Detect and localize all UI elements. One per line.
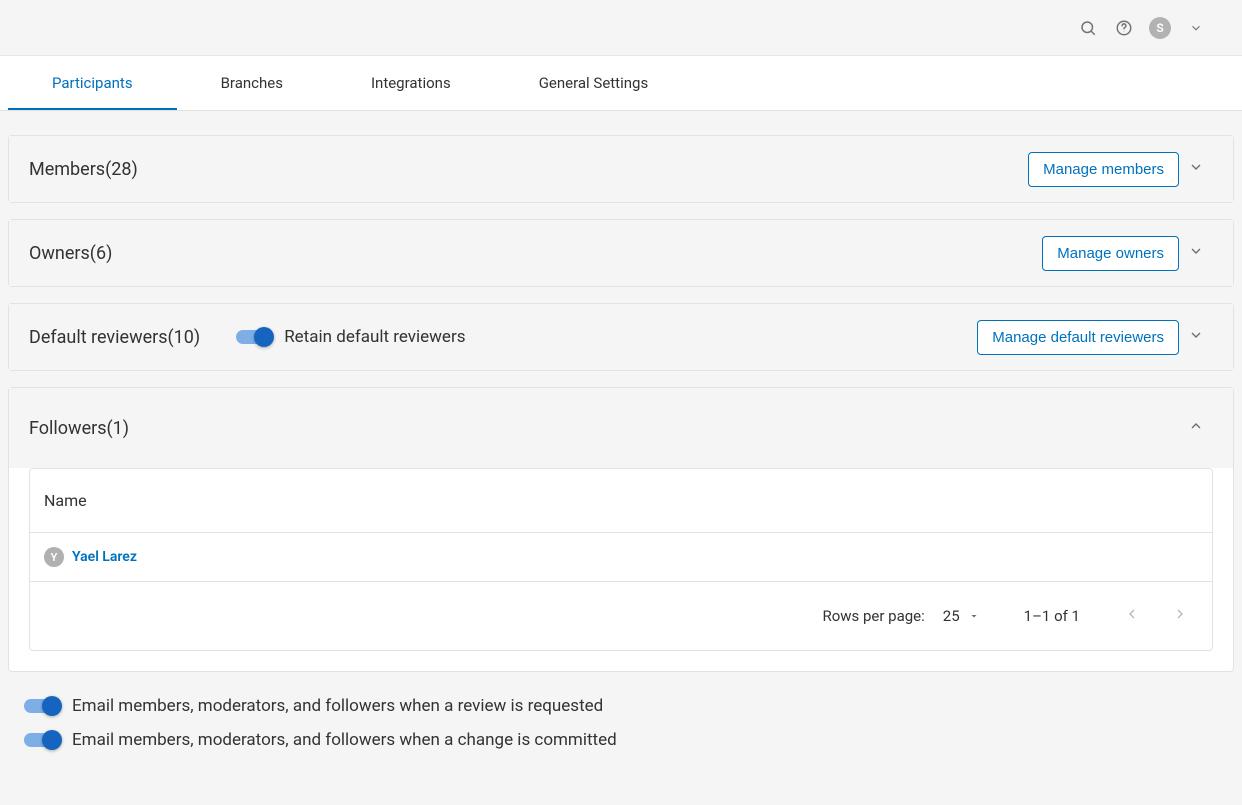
- panel-followers: Followers(1) Name Y Yael Larez Rows per …: [8, 387, 1234, 672]
- notify-review-requested: Email members, moderators, and followers…: [24, 696, 1234, 716]
- pagination-range: 1–1 of 1: [1024, 607, 1080, 625]
- user-menu-chevron-icon[interactable]: [1178, 10, 1214, 46]
- tab-label: Participants: [52, 74, 133, 92]
- help-icon[interactable]: [1106, 10, 1142, 46]
- manage-reviewers-button[interactable]: Manage default reviewers: [977, 320, 1179, 355]
- panel-owners: Owners(6) Manage owners: [8, 219, 1234, 287]
- panel-header-members: Members(28) Manage members: [9, 136, 1233, 202]
- tab-label: General Settings: [539, 74, 649, 92]
- rows-per-page-value: 25: [943, 607, 960, 625]
- panel-default-reviewers: Default reviewers(10) Retain default rev…: [8, 303, 1234, 371]
- panel-title-reviewers: Default reviewers(10): [29, 327, 200, 348]
- rows-per-page: Rows per page: 25: [822, 607, 979, 625]
- tab-branches[interactable]: Branches: [177, 56, 327, 110]
- tab-label: Integrations: [371, 74, 451, 92]
- expand-members-icon[interactable]: [1179, 159, 1213, 179]
- notification-settings: Email members, moderators, and followers…: [8, 696, 1234, 750]
- table-pagination: Rows per page: 25 1–1 of 1: [30, 582, 1212, 650]
- rows-per-page-select[interactable]: 25: [943, 607, 980, 625]
- notify-review-requested-label: Email members, moderators, and followers…: [72, 696, 603, 716]
- panel-title-owners: Owners(6): [29, 243, 112, 264]
- table-header-name: Name: [30, 469, 1212, 533]
- table-row: Y Yael Larez: [30, 533, 1212, 582]
- followers-table: Name Y Yael Larez Rows per page: 25 1–1 …: [29, 468, 1213, 651]
- panel-header-reviewers: Default reviewers(10) Retain default rev…: [9, 304, 1233, 370]
- followers-body: Name Y Yael Larez Rows per page: 25 1–1 …: [9, 468, 1233, 671]
- manage-owners-button[interactable]: Manage owners: [1042, 236, 1179, 271]
- tab-participants[interactable]: Participants: [8, 56, 177, 110]
- follower-link[interactable]: Yael Larez: [72, 549, 137, 565]
- topbar: S: [0, 0, 1242, 56]
- manage-members-button[interactable]: Manage members: [1028, 152, 1179, 187]
- panel-members: Members(28) Manage members: [8, 135, 1234, 203]
- retain-reviewers-group: Retain default reviewers: [236, 327, 465, 347]
- retain-reviewers-toggle[interactable]: [236, 330, 272, 344]
- avatar-initial: S: [1156, 21, 1163, 35]
- notify-change-committed: Email members, moderators, and followers…: [24, 730, 1234, 750]
- page-prev-icon[interactable]: [1124, 606, 1140, 626]
- panel-header-owners: Owners(6) Manage owners: [9, 220, 1233, 286]
- user-avatar[interactable]: S: [1142, 10, 1178, 46]
- notify-change-committed-label: Email members, moderators, and followers…: [72, 730, 617, 750]
- panel-title-followers: Followers(1): [29, 418, 129, 439]
- retain-reviewers-label: Retain default reviewers: [284, 327, 465, 347]
- tab-label: Branches: [221, 74, 283, 92]
- tab-bar: Participants Branches Integrations Gener…: [0, 56, 1242, 111]
- page-next-icon[interactable]: [1172, 606, 1188, 626]
- expand-reviewers-icon[interactable]: [1179, 327, 1213, 347]
- notify-change-committed-toggle[interactable]: [24, 733, 60, 747]
- collapse-followers-icon[interactable]: [1179, 418, 1213, 438]
- content-area: Members(28) Manage members Owners(6) Man…: [0, 111, 1242, 780]
- expand-owners-icon[interactable]: [1179, 243, 1213, 263]
- rows-per-page-label: Rows per page:: [822, 607, 924, 625]
- panel-title-members: Members(28): [29, 159, 138, 180]
- tab-general-settings[interactable]: General Settings: [495, 56, 693, 110]
- panel-header-followers: Followers(1): [9, 388, 1233, 468]
- notify-review-requested-toggle[interactable]: [24, 699, 60, 713]
- tab-integrations[interactable]: Integrations: [327, 56, 495, 110]
- pager-arrows: [1124, 606, 1188, 626]
- search-icon[interactable]: [1070, 10, 1106, 46]
- follower-avatar-icon: Y: [44, 547, 64, 567]
